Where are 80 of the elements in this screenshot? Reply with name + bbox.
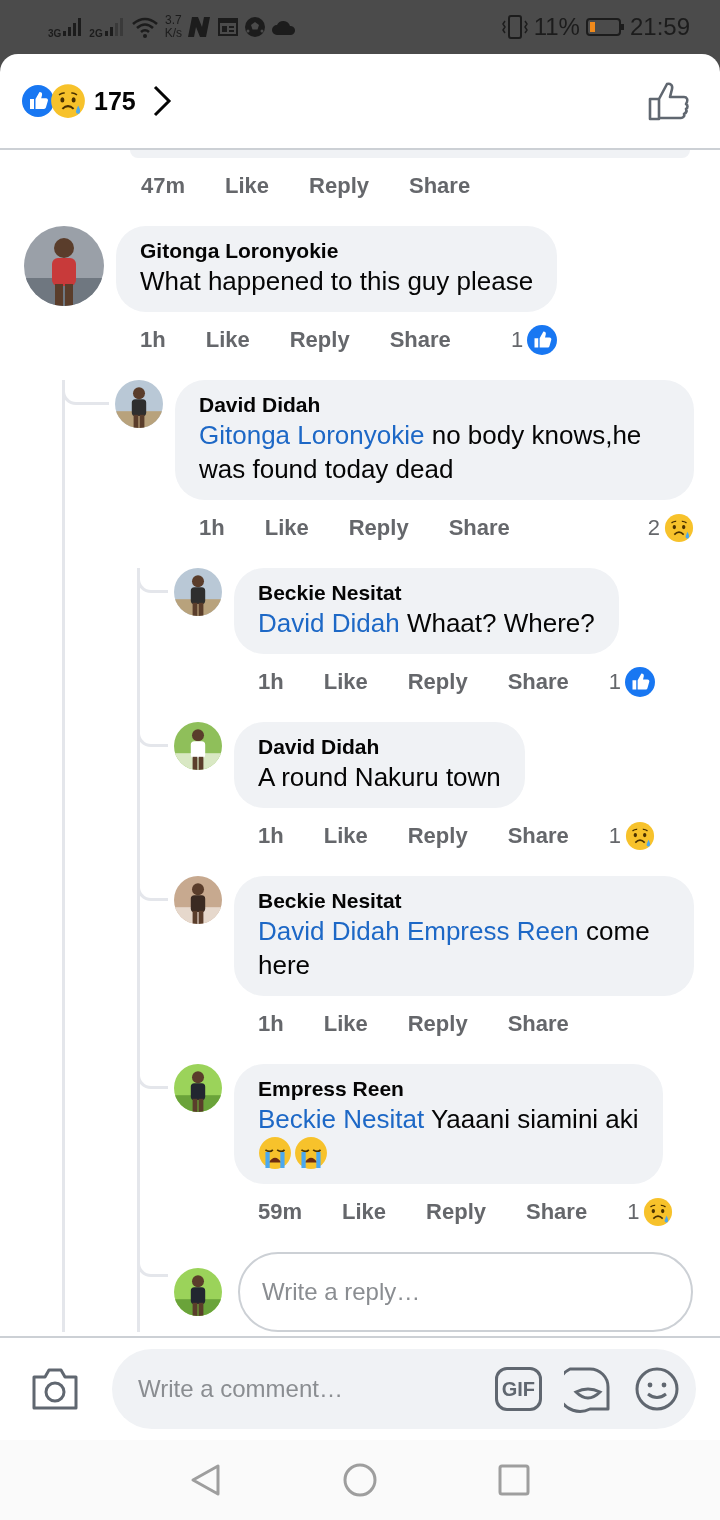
share-button[interactable]: Share (526, 1199, 588, 1225)
sad-reaction-icon (625, 821, 656, 851)
like-button[interactable]: Like (205, 327, 250, 353)
timestamp: 47m (141, 173, 186, 199)
share-button[interactable]: Share (448, 515, 510, 541)
share-button[interactable]: Share (507, 823, 569, 849)
back-icon[interactable] (190, 1463, 222, 1497)
author-name[interactable]: Beckie Nesitat (258, 888, 670, 914)
gif-button[interactable]: GIF (494, 1367, 542, 1411)
battery-icon (585, 18, 624, 36)
share-button[interactable]: Share (389, 327, 451, 353)
like-button[interactable]: Like (323, 823, 368, 849)
share-button[interactable]: Share (507, 1011, 569, 1037)
camera-icon[interactable] (30, 1367, 80, 1411)
reaction-count[interactable]: 1 (608, 669, 622, 695)
comment-text: David Didah Whaat? Where? (258, 607, 595, 640)
reply-button[interactable]: Reply (407, 823, 468, 849)
timestamp: 1h (140, 327, 166, 353)
comment-text: What happened to this guy please (140, 265, 534, 298)
author-name[interactable]: Gitonga Loronyokie (140, 238, 534, 264)
calendar-icon (218, 18, 239, 36)
like-button[interactable]: Like (264, 515, 309, 541)
timestamp: 1h (258, 669, 284, 695)
mention-link[interactable]: David Didah (258, 608, 400, 638)
cloud-icon (272, 19, 297, 35)
reaction-count[interactable]: 2 (647, 515, 660, 541)
reply-field[interactable]: Write a reply… (238, 1252, 693, 1332)
thumbs-up-icon[interactable] (648, 81, 690, 121)
reaction-count[interactable]: 1 (627, 1199, 640, 1225)
timestamp: 1h (258, 1011, 284, 1037)
reaction-count[interactable]: 1 (608, 823, 622, 849)
mention-link[interactable]: Gitonga Loronyokie (199, 420, 425, 450)
timestamp: 1h (258, 823, 284, 849)
share-button[interactable]: Share (409, 173, 471, 199)
mention-link[interactable]: Empress Reen (406, 916, 579, 946)
timestamp: 1h (199, 515, 225, 541)
comment-text: Gitonga Loronyokie no body knows,he was found today dead (199, 419, 643, 486)
like-reaction-icon (527, 325, 558, 355)
reply-button[interactable]: Reply (426, 1199, 486, 1225)
smiley-icon[interactable] (634, 1366, 680, 1412)
author-name[interactable]: Empress Reen (258, 1076, 639, 1102)
app-logo-icon (188, 17, 213, 37)
comment-text: A round Nakuru town (258, 761, 501, 794)
crying-face-icon (258, 1136, 292, 1170)
wifi-icon (130, 16, 159, 38)
signal-icon (63, 18, 84, 36)
like-button[interactable]: Like (323, 1011, 368, 1037)
comment-text: Beckie Nesitat Yaaani siamini aki (258, 1103, 639, 1136)
comment-text: David Didah Empress Reen come here (258, 915, 651, 982)
reply-button[interactable]: Reply (348, 515, 409, 541)
chevron-right-icon[interactable] (151, 85, 172, 117)
soccer-ball-icon (244, 16, 267, 38)
vibrate-icon (501, 14, 528, 40)
author-name[interactable]: David Didah (258, 734, 501, 760)
reply-button[interactable]: Reply (289, 327, 350, 353)
like-button[interactable]: Like (323, 669, 368, 695)
comment-field[interactable]: Write a comment… GIF (112, 1349, 696, 1429)
sad-reaction-icon (643, 1197, 674, 1227)
mention-link[interactable]: Beckie Nesitat (258, 1104, 425, 1134)
reply-button[interactable]: Reply (407, 1011, 468, 1037)
sad-reaction-icon (50, 83, 86, 119)
author-name[interactable]: David Didah (199, 392, 670, 418)
crying-face-icon (294, 1136, 328, 1170)
like-button[interactable]: Like (342, 1199, 387, 1225)
reaction-count[interactable]: 175 (94, 86, 136, 116)
share-button[interactable]: Share (507, 669, 569, 695)
sad-reaction-icon (664, 513, 694, 543)
home-icon[interactable] (342, 1462, 378, 1498)
reply-button[interactable]: Reply (407, 669, 468, 695)
author-name[interactable]: Beckie Nesitat (258, 580, 595, 606)
like-reaction-icon (22, 85, 54, 117)
mention-link[interactable]: David Didah (258, 916, 400, 946)
like-reaction-icon (625, 667, 656, 697)
reply-button[interactable]: Reply (309, 173, 369, 199)
timestamp: 59m (258, 1199, 303, 1225)
signal-icon (104, 18, 125, 36)
reaction-count[interactable]: 1 (510, 327, 524, 353)
like-button[interactable]: Like (225, 173, 270, 199)
sticker-icon[interactable] (564, 1365, 612, 1413)
recent-apps-icon[interactable] (498, 1464, 530, 1496)
